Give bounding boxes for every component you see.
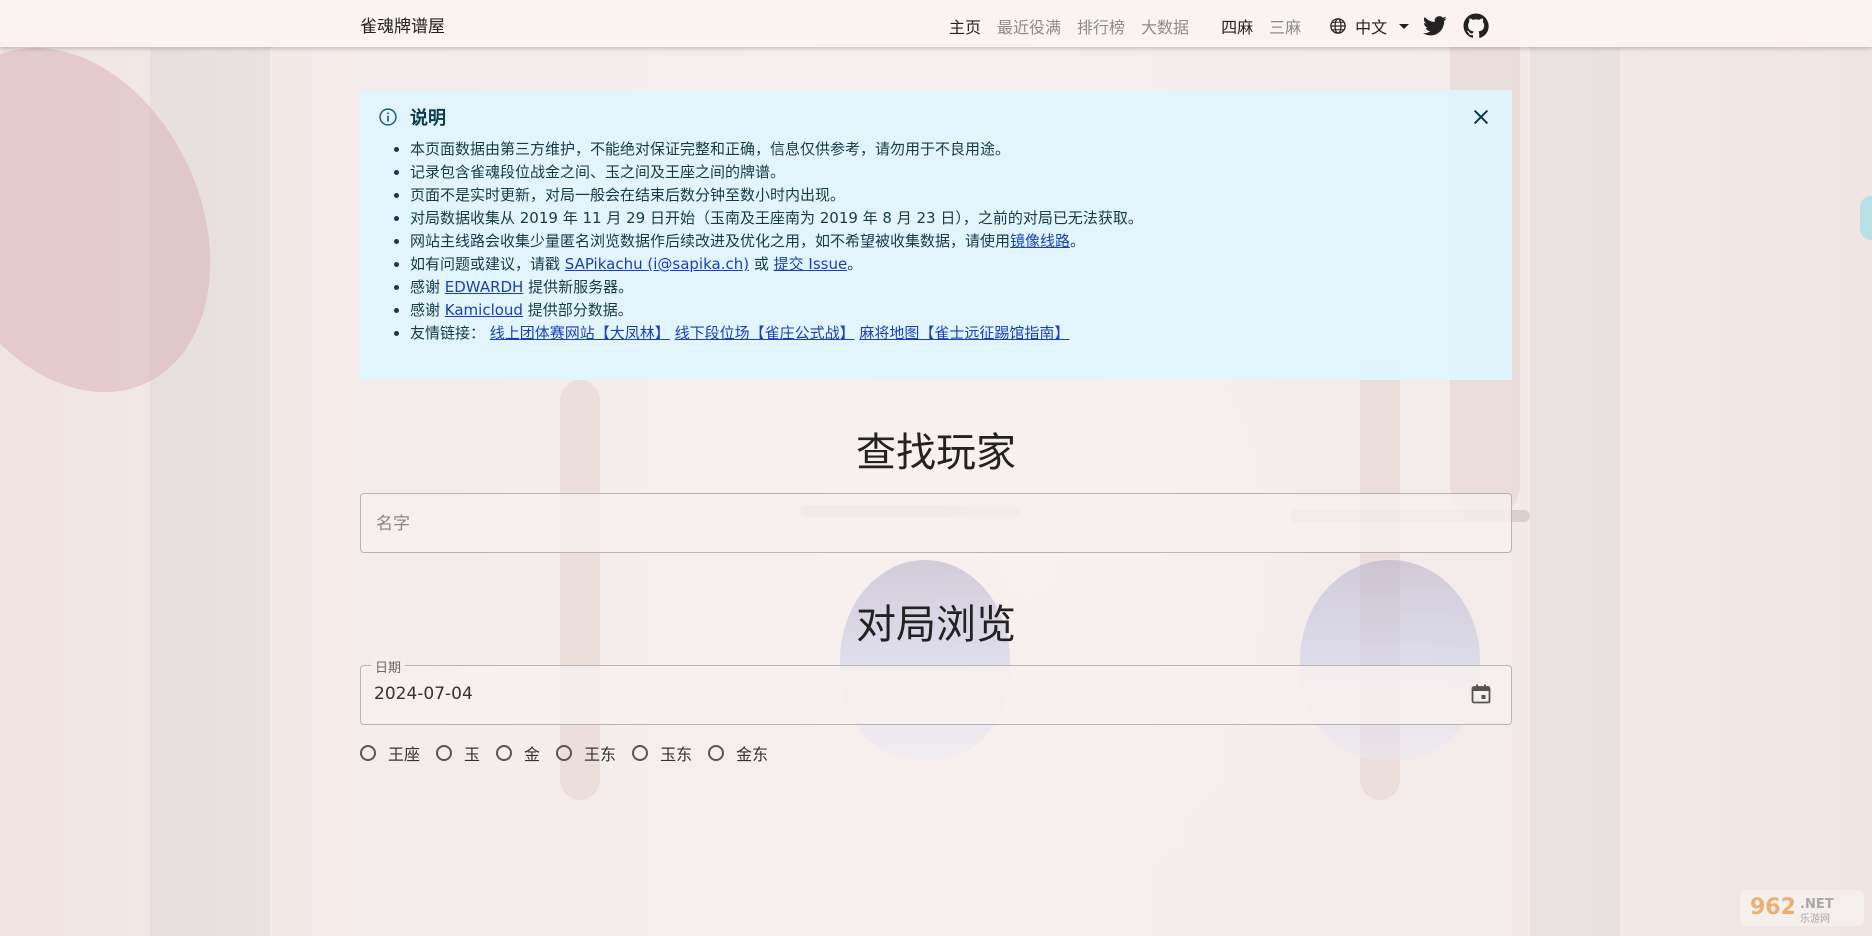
mirror-link[interactable]: 镜像线路 (1010, 232, 1070, 250)
friend-link[interactable]: 麻将地图【雀士远征踢馆指南】 (859, 324, 1069, 342)
svg-text:.NET: .NET (1800, 897, 1834, 912)
submit-issue-link[interactable]: 提交 Issue (774, 255, 848, 273)
watermark-logo: 962 .NET 乐游网 (1740, 890, 1864, 926)
player-search-field[interactable] (360, 493, 1512, 554)
notice-item: 本页面数据由第三方维护，不能绝对保证完整和正确，信息仅供参考，请勿用于不良用途。 (410, 138, 1494, 161)
room-label: 金东 (736, 745, 769, 764)
language-label: 中文 (1355, 18, 1388, 37)
tracking-text: 网站主线路会收集少量匿名浏览数据作后续改进及优化之用，如不希望被收集数据，请使用 (410, 232, 1011, 250)
thanks-suffix: 提供部分数据。 (522, 301, 633, 319)
nav-bar: 主页 最近役满 排行榜 大数据 四麻 三麻 中文 (949, 13, 1489, 39)
room-label: 玉东 (660, 745, 693, 764)
room-filter-group: 王座 玉 金 王东 玉东 金东 (360, 741, 784, 765)
notice-alert: 说明 本页面数据由第三方维护，不能绝对保证完整和正确，信息仅供参考，请勿用于不良… (360, 90, 1512, 380)
notice-item-friends: 友情链接： 线上团体赛网站【大凤林】 线下段位场【雀庄公式战】 麻将地图【雀士远… (410, 322, 1494, 345)
friend-link[interactable]: 线下段位场【雀庄公式战】 (675, 324, 855, 342)
nav-link-recent-yakuman[interactable]: 最近役满 (997, 14, 1061, 38)
twitter-icon (1423, 16, 1447, 36)
room-label: 金 (524, 745, 541, 764)
notice-list: 本页面数据由第三方维护，不能绝对保证完整和正确，信息仅供参考，请勿用于不良用途。… (378, 138, 1494, 345)
nav-link-leaderboard[interactable]: 排行榜 (1077, 14, 1125, 38)
radio-circle[interactable] (436, 745, 453, 761)
date-field[interactable]: 日期 2024-07-04 (360, 657, 1512, 725)
globe-icon (1330, 18, 1346, 34)
radio-circle[interactable] (360, 745, 376, 761)
radio-circle[interactable] (708, 745, 725, 761)
browse-heading: 对局浏览 (856, 602, 1016, 648)
svg-text:乐游网: 乐游网 (1800, 912, 1830, 925)
calendar-icon[interactable] (1469, 682, 1493, 706)
date-value[interactable]: 2024-07-04 (374, 684, 473, 704)
info-icon (379, 108, 397, 126)
tracking-end: 。 (1070, 232, 1086, 250)
player-name-input[interactable] (374, 494, 1478, 554)
room-label: 王东 (584, 745, 617, 764)
thanks-prefix: 感谢 (410, 301, 445, 319)
twitter-link[interactable] (1423, 13, 1449, 39)
contact-mid: 或 (749, 255, 774, 273)
notice-item: 页面不是实时更新，对局一般会在结束后数分钟至数小时内出现。 (410, 184, 1494, 207)
radio-circle[interactable] (632, 745, 649, 761)
room-radio-jade-east[interactable]: 玉东 (632, 741, 692, 765)
contact-end: 。 (847, 255, 863, 273)
room-radio-throne-east[interactable]: 王东 (556, 741, 616, 765)
room-label: 玉 (464, 745, 481, 764)
thanks-prefix: 感谢 (410, 278, 445, 296)
notice-item: 记录包含雀魂段位战金之间、玉之间及王座之间的牌谱。 (410, 161, 1494, 184)
side-floating-tab[interactable] (1860, 196, 1872, 240)
language-selector[interactable]: 中文 (1329, 14, 1410, 38)
notice-title: 说明 (410, 108, 446, 129)
top-navbar: 雀魂牌谱屋 主页 最近役满 排行榜 大数据 四麻 三麻 中文 (0, 0, 1872, 47)
github-icon (1463, 13, 1489, 38)
edwardh-link[interactable]: EDWARDH (445, 278, 524, 296)
room-radio-jade[interactable]: 玉 (436, 741, 480, 765)
radio-circle[interactable] (556, 745, 573, 761)
close-icon[interactable] (1470, 106, 1492, 128)
nav-link-home[interactable]: 主页 (949, 14, 981, 38)
chevron-down-icon (1399, 23, 1410, 29)
kamicloud-link[interactable]: Kamicloud (445, 301, 523, 319)
site-brand[interactable]: 雀魂牌谱屋 (360, 12, 445, 37)
search-heading: 查找玩家 (856, 430, 1016, 476)
radio-circle[interactable] (496, 745, 513, 761)
room-label: 王座 (388, 745, 421, 764)
contact-prefix: 如有问题或建议，请戳 (410, 255, 565, 273)
nav-link-big-data[interactable]: 大数据 (1141, 14, 1189, 38)
notice-item: 对局数据收集从 2019 年 11 月 29 日开始（玉南及王座南为 2019 … (410, 207, 1494, 230)
mode-four-player[interactable]: 四麻 (1221, 14, 1253, 38)
notice-item-contact: 如有问题或建议，请戳 SAPikachu (i@sapika.ch) 或 提交 … (410, 253, 1494, 276)
friend-link[interactable]: 线上团体赛网站【大凤林】 (490, 324, 670, 342)
date-label: 日期 (371, 657, 406, 676)
room-radio-throne[interactable]: 王座 (360, 741, 420, 765)
notice-item-thanks: 感谢 Kamicloud 提供部分数据。 (410, 299, 1494, 322)
room-radio-gold-east[interactable]: 金东 (708, 741, 768, 765)
contact-author-link[interactable]: SAPikachu (i@sapika.ch) (565, 255, 749, 273)
svg-text:962: 962 (1750, 895, 1796, 920)
notice-item-thanks: 感谢 EDWARDH 提供新服务器。 (410, 276, 1494, 299)
notice-header: 说明 (378, 104, 1494, 130)
friends-prefix: 友情链接： (410, 324, 486, 342)
thanks-suffix: 提供新服务器。 (523, 278, 634, 296)
notice-item-tracking: 网站主线路会收集少量匿名浏览数据作后续改进及优化之用，如不希望被收集数据，请使用… (410, 230, 1494, 253)
room-radio-gold[interactable]: 金 (496, 741, 540, 765)
github-link[interactable] (1463, 13, 1489, 39)
mode-three-player[interactable]: 三麻 (1269, 14, 1301, 38)
